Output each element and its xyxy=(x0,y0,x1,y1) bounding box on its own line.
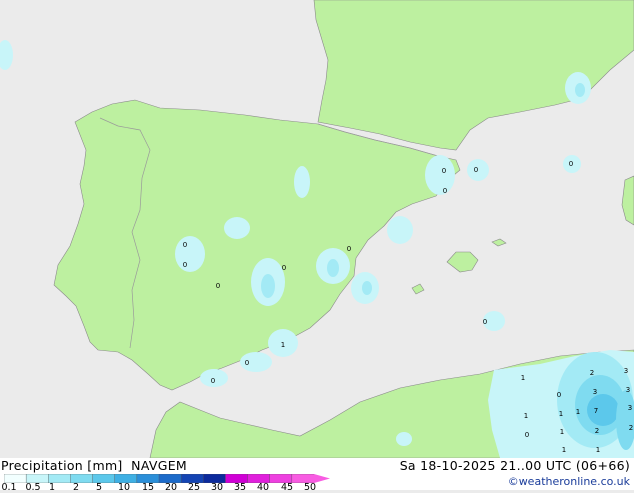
precip-label: 7 xyxy=(594,407,598,415)
scale-tick: 15 xyxy=(141,482,155,493)
valid-time: Sa 18-10-2025 21..00 UTC (06+66) xyxy=(399,458,630,473)
precipitation-map: 0 0 0 0 0 0 0 0 0 0 1 0 0 1 0 1 1 0 1 2 … xyxy=(0,0,634,458)
title-model: NAVGEM xyxy=(131,458,187,473)
scale-tick: 40 xyxy=(256,482,270,493)
precip-label: 2 xyxy=(590,369,594,377)
scale-tick: 0.1 xyxy=(1,482,17,493)
title-variable: Precipitation [mm] xyxy=(1,458,123,473)
precip-label: 2 xyxy=(595,427,599,435)
scale-tick: 2 xyxy=(72,482,80,493)
precip-label: 3 xyxy=(628,404,632,412)
precip-label: 1 xyxy=(559,410,563,418)
precip-label: 1 xyxy=(560,428,564,436)
scale-tick: 50 xyxy=(303,482,317,493)
credit-link[interactable]: ©weatheronline.co.uk xyxy=(508,475,630,488)
precip-label: 3 xyxy=(626,386,630,394)
scale-tick: 0.5 xyxy=(25,482,41,493)
scale-tick: 35 xyxy=(233,482,247,493)
scale-tick: 5 xyxy=(95,482,103,493)
precip-label: 1 xyxy=(596,446,600,454)
precip-label: 1 xyxy=(521,374,525,382)
scale-tick: 20 xyxy=(164,482,178,493)
precip-label: 0 xyxy=(443,187,447,195)
precip-label: 1 xyxy=(281,341,285,349)
precip-label: 0 xyxy=(557,391,561,399)
legend-panel: Precipitation [mm] NAVGEM Sa 18-10-2025 … xyxy=(0,458,634,493)
scale-arrow xyxy=(314,474,330,483)
precip-label: 0 xyxy=(474,166,478,174)
scale-tick: 10 xyxy=(117,482,131,493)
precip-label: 0 xyxy=(211,377,215,385)
precip-label: 1 xyxy=(524,412,528,420)
precip-label: 0 xyxy=(483,318,487,326)
scale-tick: 45 xyxy=(280,482,294,493)
precip-label: 0 xyxy=(442,167,446,175)
precip-label: 0 xyxy=(216,282,220,290)
scale-tick: 25 xyxy=(187,482,201,493)
precip-label: 0 xyxy=(525,431,529,439)
scale-tick: 1 xyxy=(48,482,56,493)
precip-label: 3 xyxy=(593,388,597,396)
precip-label: 1 xyxy=(576,408,580,416)
precip-label: 0 xyxy=(569,160,573,168)
precip-label: 2 xyxy=(629,424,633,432)
scale-tick: 30 xyxy=(210,482,224,493)
precip-label: 1 xyxy=(562,446,566,454)
precip-label: 0 xyxy=(183,261,187,269)
precip-label: 0 xyxy=(245,359,249,367)
precip-label: 0 xyxy=(282,264,286,272)
chart-title: Precipitation [mm] NAVGEM xyxy=(1,458,187,473)
precip-label: 0 xyxy=(183,241,187,249)
precip-label: 0 xyxy=(347,245,351,253)
precip-label: 3 xyxy=(624,367,628,375)
